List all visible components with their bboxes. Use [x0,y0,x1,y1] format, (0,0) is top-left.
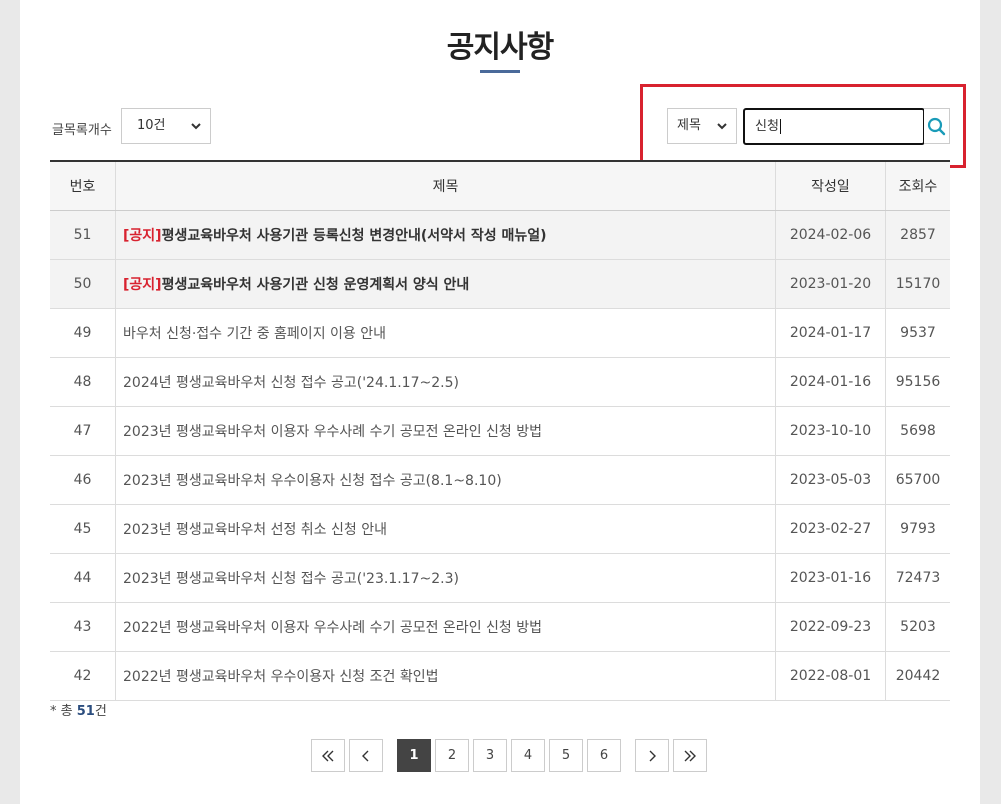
list-count-value: 10건 [137,118,166,133]
row-title: 2023년 평생교육바우처 우수이용자 신청 접수 공고(8.1~8.10) [123,473,502,489]
table-row[interactable]: 47 2023년 평생교육바우처 이용자 우수사례 수기 공모전 온라인 신청 방… [50,406,950,456]
row-views: 15170 [885,259,950,309]
page-button-5[interactable]: 5 [549,739,583,772]
notice-table: 번호 제목 작성일 조회수 51 [공지]평생교육바우처 사용기관 등록신청 변경… [50,160,950,701]
list-count-select[interactable]: 10건 [121,108,211,144]
page-button-2[interactable]: 2 [435,739,469,772]
row-date: 2023-01-16 [775,553,886,603]
row-date: 2024-01-16 [775,357,886,407]
row-views: 20442 [885,651,950,701]
search-highlight-box [640,84,966,168]
row-date: 2022-08-01 [775,651,886,701]
table-row[interactable]: 45 2023년 평생교육바우처 선정 취소 신청 안내 2023-02-27 979… [50,504,950,554]
prev-page-button[interactable] [349,739,383,772]
row-date: 2022-09-23 [775,602,886,652]
row-title: 2024년 평생교육바우처 신청 접수 공고('24.1.17~2.5) [123,375,459,391]
table-row[interactable]: 48 2024년 평생교육바우처 신청 접수 공고('24.1.17~2.5) 20… [50,357,950,407]
row-number: 51 [50,210,116,260]
table-header-row: 번호 제목 작성일 조회수 [50,160,950,211]
chevron-right-icon [649,750,656,761]
double-chevron-left-icon [322,750,334,761]
row-title: 2022년 평생교육바우처 이용자 우수사례 수기 공모전 온라인 신청 방법 [123,620,542,636]
row-title: 평생교육바우처 사용기관 등록신청 변경안내(서약서 작성 매뉴얼) [161,228,547,244]
row-number: 49 [50,308,116,358]
page-title: 공지사항 [446,30,554,65]
list-count-label: 글목록개수 [52,123,112,138]
total-suffix: 건 [94,704,107,719]
header-date: 작성일 [775,160,886,211]
total-number: 51 [76,704,95,719]
row-date: 2023-02-27 [775,504,886,554]
row-title-link[interactable]: 2022년 평생교육바우처 이용자 우수사례 수기 공모전 온라인 신청 방법 [115,602,776,652]
chevron-left-icon [362,750,369,761]
row-number: 46 [50,455,116,505]
row-title: 바우처 신청·접수 기간 중 홈페이지 이용 안내 [123,326,386,342]
header-title: 제목 [115,160,776,211]
row-title: 2023년 평생교육바우처 이용자 우수사례 수기 공모전 온라인 신청 방법 [123,424,542,440]
page-container: 공지사항 글목록개수 10건 제목 신청 번호 제목 작성일 조회수 51 [공… [20,0,980,804]
chevron-down-icon [190,109,202,156]
table-row[interactable]: 49 바우처 신청·접수 기간 중 홈페이지 이용 안내 2024-01-17 953… [50,308,950,358]
row-views: 95156 [885,357,950,407]
row-title-link[interactable]: 바우처 신청·접수 기간 중 홈페이지 이용 안내 [115,308,776,358]
row-title-link[interactable]: 2024년 평생교육바우처 신청 접수 공고('24.1.17~2.5) [115,357,776,407]
row-title: 2023년 평생교육바우처 신청 접수 공고('23.1.17~2.3) [123,571,459,587]
last-page-button[interactable] [673,739,707,772]
next-page-button[interactable] [635,739,669,772]
double-chevron-right-icon [684,750,696,761]
row-views: 65700 [885,455,950,505]
total-count: * 총 51건 [50,700,107,719]
row-date: 2023-05-03 [775,455,886,505]
table-row[interactable]: 43 2022년 평생교육바우처 이용자 우수사례 수기 공모전 온라인 신청 방… [50,602,950,652]
notice-tag: [공지] [123,277,162,293]
row-number: 44 [50,553,116,603]
row-title-link[interactable]: 2023년 평생교육바우처 선정 취소 신청 안내 [115,504,776,554]
table-row[interactable]: 44 2023년 평생교육바우처 신청 접수 공고('23.1.17~2.3) 20… [50,553,950,603]
table-row[interactable]: 42 2022년 평생교육바우처 우수이용자 신청 조건 확인법 2022-08-0… [50,651,950,701]
row-views: 9793 [885,504,950,554]
row-title-link[interactable]: [공지]평생교육바우처 사용기관 등록신청 변경안내(서약서 작성 매뉴얼) [115,210,776,260]
row-views: 72473 [885,553,950,603]
row-views: 2857 [885,210,950,260]
title-underline [480,70,520,73]
row-date: 2024-01-17 [775,308,886,358]
row-number: 42 [50,651,116,701]
pagination: 123456 [311,739,707,772]
row-title: 2022년 평생교육바우처 우수이용자 신청 조건 확인법 [123,669,439,685]
row-views: 5203 [885,602,950,652]
row-title: 평생교육바우처 사용기관 신청 운영계획서 양식 안내 [161,277,470,293]
page-button-1[interactable]: 1 [397,739,431,772]
table-row[interactable]: 51 [공지]평생교육바우처 사용기관 등록신청 변경안내(서약서 작성 매뉴얼)… [50,210,950,260]
row-title-link[interactable]: 2023년 평생교육바우처 신청 접수 공고('23.1.17~2.3) [115,553,776,603]
first-page-button[interactable] [311,739,345,772]
table-row[interactable]: 46 2023년 평생교육바우처 우수이용자 신청 접수 공고(8.1~8.10)… [50,455,950,505]
page-button-4[interactable]: 4 [511,739,545,772]
row-date: 2023-10-10 [775,406,886,456]
notice-tag: [공지] [123,228,162,244]
total-prefix: * 총 [50,704,77,719]
row-views: 9537 [885,308,950,358]
row-number: 47 [50,406,116,456]
header-views: 조회수 [885,160,950,211]
page-button-3[interactable]: 3 [473,739,507,772]
header-number: 번호 [50,160,116,211]
row-title-link[interactable]: [공지]평생교육바우처 사용기관 신청 운영계획서 양식 안내 [115,259,776,309]
row-views: 5698 [885,406,950,456]
row-number: 43 [50,602,116,652]
row-date: 2023-01-20 [775,259,886,309]
table-row[interactable]: 50 [공지]평생교육바우처 사용기관 신청 운영계획서 양식 안내 2023-01… [50,259,950,309]
row-number: 45 [50,504,116,554]
row-number: 50 [50,259,116,309]
row-title-link[interactable]: 2022년 평생교육바우처 우수이용자 신청 조건 확인법 [115,651,776,701]
page-button-6[interactable]: 6 [587,739,621,772]
row-title-link[interactable]: 2023년 평생교육바우처 우수이용자 신청 접수 공고(8.1~8.10) [115,455,776,505]
row-date: 2024-02-06 [775,210,886,260]
row-title: 2023년 평생교육바우처 선정 취소 신청 안내 [123,522,387,538]
row-number: 48 [50,357,116,407]
row-title-link[interactable]: 2023년 평생교육바우처 이용자 우수사례 수기 공모전 온라인 신청 방법 [115,406,776,456]
